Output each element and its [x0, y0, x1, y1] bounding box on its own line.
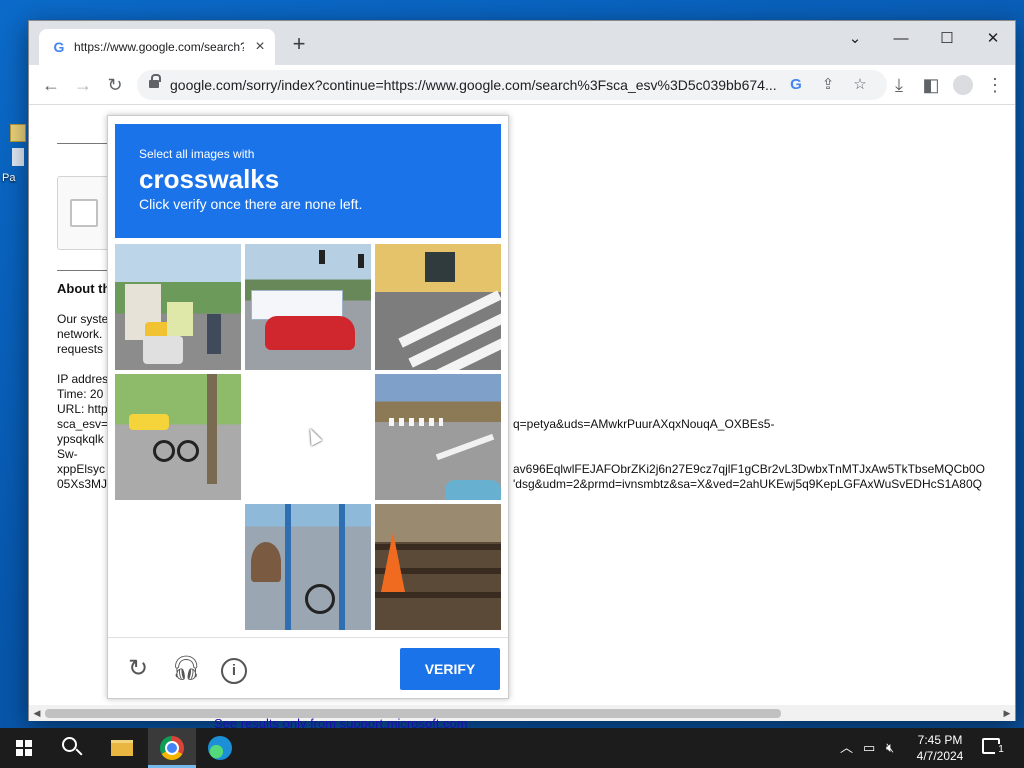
share-icon[interactable]: ⇪ [817, 74, 839, 96]
ip-line: ypsqkqlk [57, 432, 104, 446]
url-overflow-text: av696EqlwlFEJAFObrZKi2j6n27E9cz7qjlF1gCB… [513, 462, 985, 476]
captcha-tile-6[interactable] [375, 374, 501, 500]
captcha-tile-2[interactable] [245, 244, 371, 370]
file-icon [12, 148, 24, 166]
lock-icon[interactable] [149, 74, 161, 90]
folder-icon [10, 124, 26, 142]
file-explorer-button[interactable] [98, 728, 146, 768]
system-clock[interactable]: 7:45 PM 4/7/2024 [910, 732, 970, 764]
captcha-tile-7-blank[interactable] [115, 504, 241, 630]
chrome-taskbar-button[interactable] [148, 728, 196, 768]
browser-toolbar: ← → ↻ google.com/sorry/index?continue=ht… [29, 65, 1015, 105]
recaptcha-checkbox[interactable] [70, 199, 98, 227]
ip-line: URL: http [57, 402, 108, 416]
challenge-footer: ↻ 🎧︎ i VERIFY [108, 637, 508, 699]
close-window-button[interactable]: ✕ [973, 25, 1013, 53]
edge-icon [208, 736, 232, 760]
ip-line: Time: 20 [57, 387, 104, 401]
desktop-shortcut-label: Pa [2, 172, 16, 184]
captcha-tile-1[interactable] [115, 244, 241, 370]
captcha-tile-8[interactable] [245, 504, 371, 630]
network-icon[interactable]: ▭ [863, 739, 875, 757]
para-line: Our syste [57, 312, 109, 326]
url-overflow-text: q=petya&uds=AMwkrPuurAXqxNouqA_OXBEs5- [513, 417, 775, 431]
url-overflow-text: 'dsg&udm=2&prmd=ivnsmbtz&sa=X&ved=2ahUKE… [513, 477, 982, 491]
clock-time: 7:45 PM [917, 733, 963, 747]
ip-line: xppElsyc [57, 462, 106, 476]
profile-avatar-icon[interactable] [951, 73, 975, 97]
search-icon [62, 737, 77, 752]
reload-icon[interactable]: ↻ [123, 654, 153, 684]
windows-logo-icon [16, 740, 32, 756]
recaptcha-challenge: Select all images with crosswalks Click … [107, 115, 509, 699]
divider [57, 270, 109, 271]
challenge-header: Select all images with crosswalks Click … [115, 124, 501, 238]
ip-line: Sw- [57, 447, 78, 461]
start-button[interactable] [0, 728, 48, 768]
download-icon[interactable]: ⤓ [887, 73, 911, 97]
para-line: network. [57, 327, 103, 341]
edge-taskbar-button[interactable] [196, 728, 244, 768]
reload-button[interactable]: ↻ [103, 73, 127, 97]
horizontal-scrollbar[interactable]: ◀ ▶ [29, 705, 1015, 721]
minimize-button[interactable]: — [881, 25, 921, 53]
tab-search-button[interactable]: ⌄ [835, 25, 875, 53]
headphones-icon[interactable]: 🎧︎ [171, 654, 201, 684]
back-button[interactable]: ← [39, 73, 63, 97]
taskbar: ︿ ▭ 🔇︎ 7:45 PM 4/7/2024 1 [0, 728, 1024, 768]
show-hidden-icons-chevron-icon[interactable]: ︿ [840, 739, 853, 757]
captcha-tile-3[interactable] [375, 244, 501, 370]
tab-strip: G https://www.google.com/search? × + ⌄ —… [29, 21, 1015, 65]
file-explorer-icon [111, 740, 133, 756]
address-url[interactable]: google.com/sorry/index?continue=https://… [170, 77, 780, 93]
maximize-button[interactable]: ☐ [927, 25, 967, 53]
address-bar[interactable]: google.com/sorry/index?continue=https://… [137, 70, 887, 100]
para-line: requests [57, 342, 104, 356]
clock-date: 4/7/2024 [916, 749, 964, 763]
side-panel-icon[interactable]: ◧ [919, 73, 943, 97]
new-tab-button[interactable]: + [287, 33, 311, 57]
captcha-tile-9[interactable] [375, 504, 501, 630]
chrome-icon [160, 736, 184, 760]
tab-close-icon[interactable]: × [251, 38, 269, 56]
menu-kebab-icon[interactable]: ⋮ [983, 73, 1007, 97]
google-favicon-icon: G [53, 39, 65, 55]
ip-line: 05Xs3MJ [57, 477, 108, 491]
scroll-left-arrow-icon[interactable]: ◀ [31, 707, 43, 719]
about-heading: About th [57, 281, 111, 296]
notification-count: 1 [995, 744, 1007, 756]
info-icon[interactable]: i [219, 654, 249, 684]
verify-button[interactable]: VERIFY [400, 648, 500, 690]
browser-tab[interactable]: G https://www.google.com/search? × [39, 29, 275, 65]
volume-muted-icon[interactable]: 🔇︎ [886, 739, 894, 757]
ip-line: sca_esv= [57, 417, 109, 431]
google-lens-icon[interactable]: G [785, 74, 807, 96]
forward-button[interactable]: → [71, 73, 95, 97]
instruction-post: Click verify once there are none left. [139, 196, 363, 212]
search-button[interactable] [48, 728, 96, 768]
desktop-shortcut[interactable]: Pa [0, 118, 26, 188]
instruction-target: crosswalks [139, 164, 280, 194]
captcha-tile-4[interactable] [115, 374, 241, 500]
instruction-pre: Select all images with [139, 147, 255, 161]
scroll-right-arrow-icon[interactable]: ▶ [1001, 707, 1013, 719]
divider [57, 143, 109, 144]
tab-title: https://www.google.com/search? [74, 40, 244, 54]
ip-line: IP addres [57, 372, 109, 386]
bookmark-star-icon[interactable]: ☆ [849, 74, 871, 96]
